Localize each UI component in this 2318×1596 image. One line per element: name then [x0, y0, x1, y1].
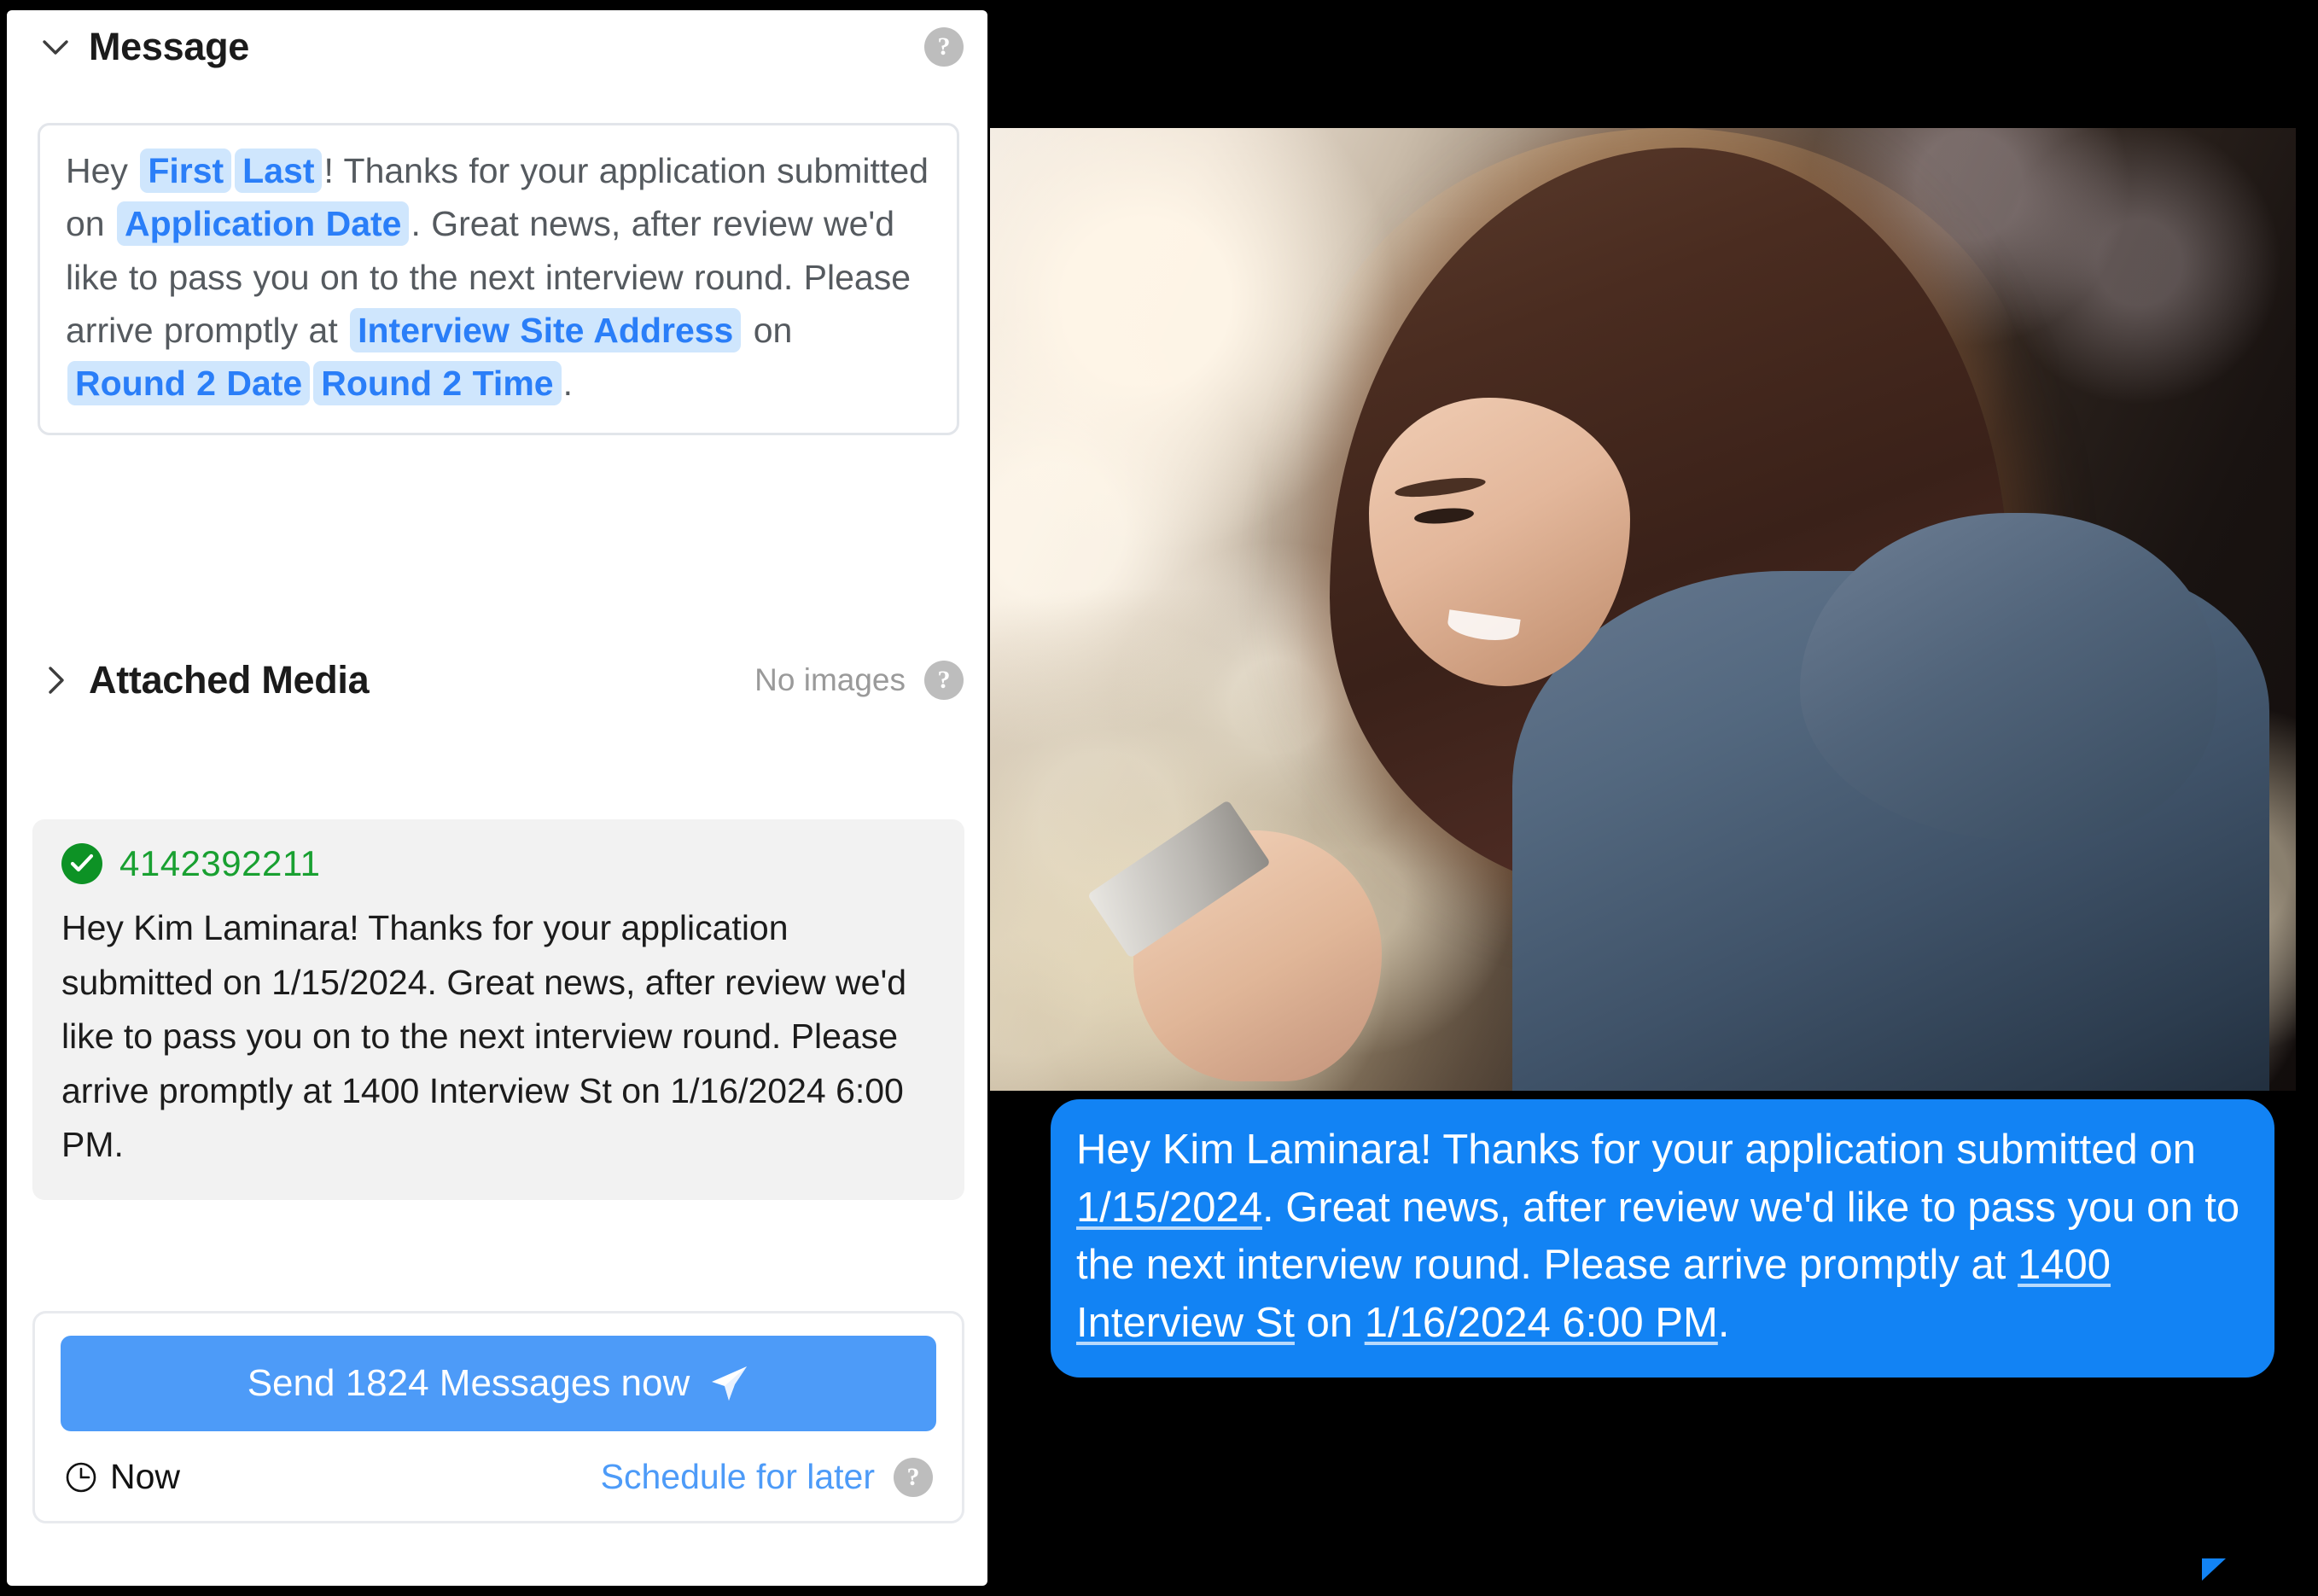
- merge-field-chip[interactable]: First: [140, 149, 232, 193]
- preview-message-body: Hey Kim Laminara! Thanks for your applic…: [61, 908, 907, 1165]
- message-preview-panel: Hey Kim Laminara! Thanks for your applic…: [990, 0, 2318, 1596]
- merge-field-chip[interactable]: Round 2 Date: [67, 361, 311, 406]
- help-icon[interactable]: ?: [894, 1457, 933, 1497]
- bubble-text-run: on: [1294, 1299, 1365, 1346]
- message-section-header[interactable]: Message ?: [7, 10, 987, 84]
- send-timing-now[interactable]: Now: [64, 1457, 180, 1497]
- sms-bubble: Hey Kim Laminara! Thanks for your applic…: [1051, 1099, 2274, 1378]
- attached-photo: [990, 128, 2296, 1091]
- send-footer: Now Schedule for later ?: [61, 1457, 936, 1497]
- attached-media-status: No images: [754, 662, 906, 697]
- message-template-text: Hey First Last! Thanks for your applicati…: [66, 144, 931, 411]
- chevron-down-icon[interactable]: [36, 27, 75, 67]
- chevron-right-icon[interactable]: [36, 661, 75, 700]
- preview-status-row: 4142392211: [61, 843, 935, 884]
- detected-data-link[interactable]: 1/16/2024 6:00 PM: [1365, 1300, 1718, 1346]
- message-section-title: Message: [89, 25, 250, 68]
- bubble-text-run: Hey Kim Laminara! Thanks for your applic…: [1076, 1127, 2196, 1173]
- message-composer-panel: Message ? Hey First Last! Thanks for your…: [7, 10, 987, 1586]
- clock-icon: [64, 1460, 98, 1494]
- merge-field-chip[interactable]: Round 2 Time: [313, 361, 562, 406]
- send-messages-button[interactable]: Send 1824 Messages now: [61, 1336, 936, 1431]
- template-text-run: Hey: [66, 151, 139, 190]
- send-timing-label: Now: [110, 1457, 181, 1496]
- template-text-run: on: [743, 310, 793, 350]
- merge-field-chip[interactable]: Last: [235, 149, 323, 193]
- template-text-run: .: [562, 364, 573, 404]
- sms-bubble-text: Hey Kim Laminara! Thanks for your applic…: [1076, 1127, 2239, 1346]
- merge-field-chip[interactable]: Interview Site Address: [350, 307, 742, 352]
- preview-phone-number: 4142392211: [119, 843, 321, 883]
- check-circle-icon: [61, 843, 102, 884]
- send-card: Send 1824 Messages now Now Schedule for …: [32, 1311, 964, 1523]
- attached-media-section-header[interactable]: Attached Media No images ?: [7, 644, 987, 717]
- paper-plane-icon: [708, 1363, 749, 1404]
- schedule-for-later-link[interactable]: Schedule for later: [601, 1457, 875, 1497]
- message-template-editor[interactable]: Hey First Last! Thanks for your applicati…: [38, 123, 959, 435]
- help-icon[interactable]: ?: [924, 661, 964, 700]
- help-icon[interactable]: ?: [924, 27, 964, 67]
- sms-bubble-tail: [2202, 1558, 2226, 1581]
- attached-media-title: Attached Media: [89, 658, 370, 702]
- send-button-label: Send 1824 Messages now: [247, 1362, 690, 1404]
- merge-field-chip[interactable]: Application Date: [117, 201, 410, 247]
- message-preview-card: 4142392211 Hey Kim Laminara! Thanks for …: [32, 819, 964, 1200]
- bubble-text-run: .: [1717, 1299, 1730, 1346]
- detected-data-link[interactable]: 1/15/2024: [1076, 1185, 1262, 1231]
